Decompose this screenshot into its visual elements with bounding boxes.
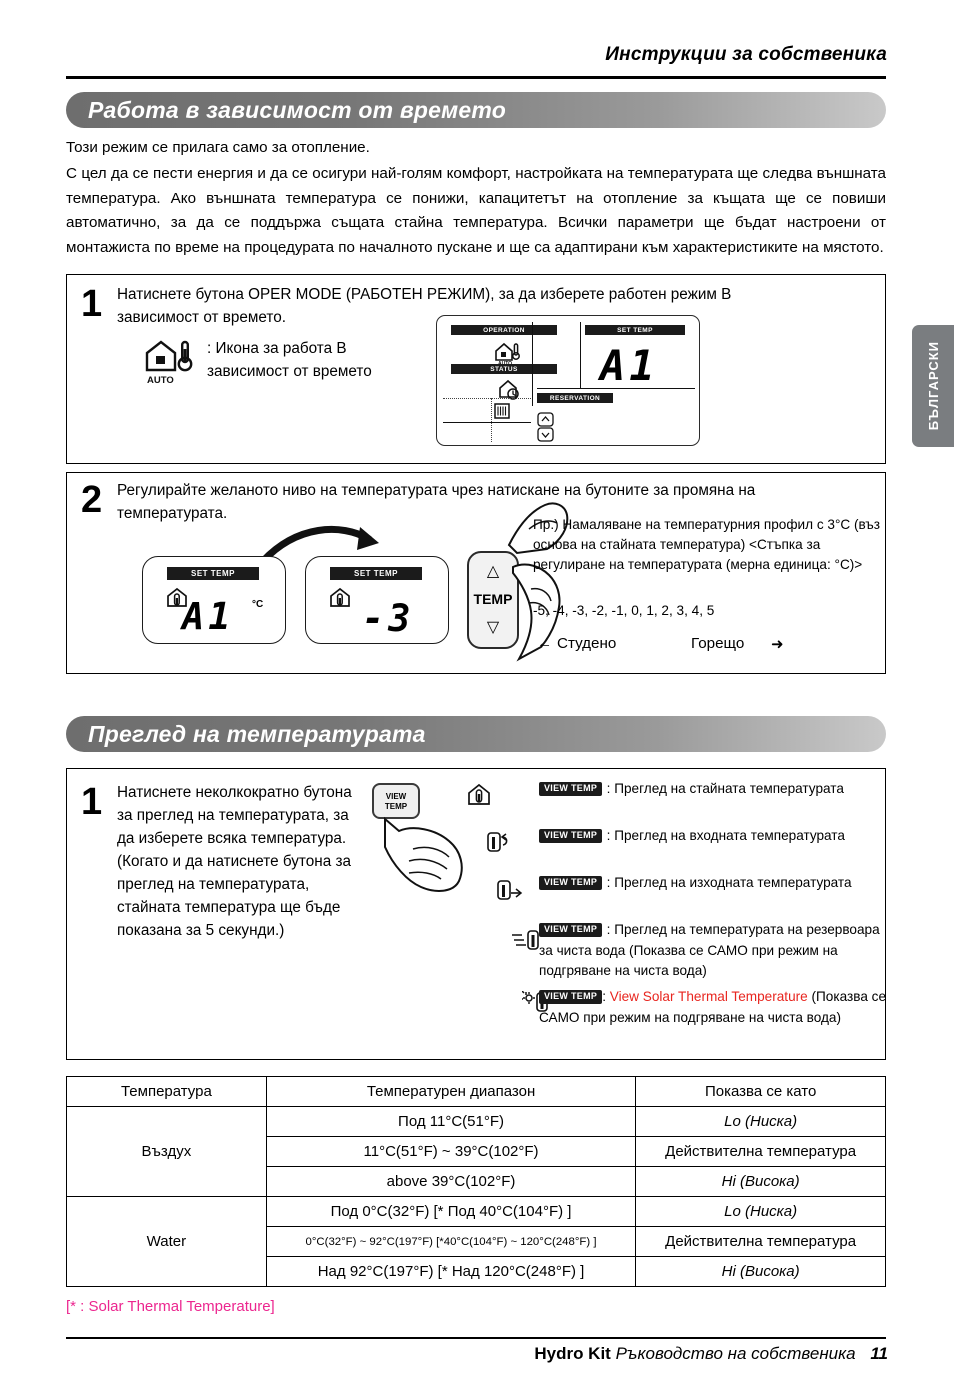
hot-arrow-icon: ➜ [771,636,784,653]
room-temp-icon [467,783,491,812]
lcd-column-divider-2 [580,322,582,388]
view-temp-button-label-1: VIEW [385,792,407,801]
lcd-dotted-vertical [491,398,492,442]
footer-product: Hydro Kit [534,1344,611,1363]
footer-divider [66,1337,886,1340]
view-temp-badge: VIEW TEMP [539,875,603,890]
lcd-before-value: A1 [182,595,235,638]
view-temp-badge: VIEW TEMP [539,781,603,796]
outlet-temp-icon [495,879,523,908]
legend-item-tank: VIEW TEMP : Преглед на температурата на … [539,920,887,982]
lcd-reservation-label: RESERVATION [537,393,613,403]
lcd-operation-label: OPERATION [451,325,557,335]
legend-prefix: : [602,989,610,1004]
lcd-divider-2 [537,388,695,390]
table-group-air: Въздух [66,1106,267,1197]
section2-step1-instruction: Натиснете неколкократно бутона за прегле… [117,784,352,939]
view-temp-badge: VIEW TEMP [539,828,603,843]
lcd-set-temp-value: A1 [600,341,659,390]
section1-title: Работа в зависимост от времето [88,96,506,123]
legend-text: : Преглед на входната температурата [606,828,845,843]
table-cell-display: Lo (Ниска) [635,1106,886,1137]
table-cell-display: Hi (Висока) [635,1166,886,1197]
lcd-status-label: STATUS [451,364,557,374]
weather-auto-icon: AUTO [141,337,199,386]
solar-thermal-footnote: [* : Solar Thermal Temperature] [66,1298,275,1315]
table-group-water: Water [66,1196,267,1287]
table-header-cell: Температурен диапазон [265,1076,637,1107]
lcd-after: SET TEMP -3 [305,556,449,644]
legend-text: : Преглед на изходната температурата [606,875,852,890]
table-cell-range: above 39°C(102°F) [265,1166,637,1197]
lcd-after-home-icon [329,587,351,614]
table-header-cell: Температура [66,1076,267,1107]
footer-page-number: 11 [870,1344,888,1363]
table-cell-display: Hi (Висока) [635,1256,886,1287]
svg-text:AUTO: AUTO [147,375,174,385]
section1-intro-2: С цел да се пести енергия и да се осигур… [66,165,886,256]
table-cell-range: Под 11°C(51°F) [265,1106,637,1137]
step2-box: 2 Регулирайте желаното ниво на температу… [66,472,886,674]
header-divider [66,76,886,79]
lcd-column-divider [532,322,534,406]
language-tab-label: БЪЛГАРСКИ [925,341,941,431]
view-temp-badge: VIEW TEMP [539,922,603,937]
cold-label: Студено [557,635,617,652]
legend-item-outlet: VIEW TEMP : Преглед на изходната темпера… [539,873,879,894]
lcd-after-tag: SET TEMP [330,567,422,580]
table-cell-range: Над 92°C(197°F) [* Над 120°C(248°F) ] [265,1256,637,1287]
lcd-dotted-divider [443,398,531,399]
table-header-row: Температура Температурен диапазон Показв… [66,1076,886,1107]
lcd-updown-icons [537,412,555,447]
section1-banner: Работа в зависимост от времето [66,92,886,128]
table-cell-display: Действителна температура [635,1136,886,1167]
lcd-before-tag: SET TEMP [167,567,259,580]
legend-text: : Преглед на стайната температурата [606,781,844,796]
legend-item-room: VIEW TEMP : Преглед на стайната температ… [539,779,879,800]
hot-label: Горещо [691,635,745,652]
table-cell-display: Действителна температура [635,1226,886,1257]
step1-box: 1 Натиснете бутона OPER MODE (РАБОТЕН РЕ… [66,274,886,464]
section2-step1-box: 1 Натиснете неколкократно бутона за прег… [66,768,886,1060]
page-root: Инструкции за собственика БЪЛГАРСКИ Рабо… [0,0,954,1400]
section2-step1-number: 1 [81,781,103,823]
table-row: Water Под 0°C(32°F) [* Под 40°C(104°F) ]… [66,1196,886,1287]
lcd-display: OPERATION AUTO STATUS SET TEMP A1 RESERV… [436,315,700,446]
table-cell-range: Под 0°C(32°F) [* Под 40°C(104°F) ] [265,1196,637,1227]
temperature-range-table: Температура Температурен диапазон Показв… [66,1076,886,1287]
lcd-after-value: -3 [362,597,415,640]
footer-manual: Ръководство на собственика [615,1344,856,1363]
view-temp-badge: VIEW TEMP [539,989,603,1004]
legend-item-inlet: VIEW TEMP : Преглед на входната температ… [539,826,879,847]
step2-note: Пр.) Намаляване на температурния профил … [533,517,881,572]
language-tab: БЪЛГАРСКИ [912,325,954,447]
step2-note-values: -5, -4, -3, -2, -1, 0, 1, 2, 3, 4, 5 [533,603,715,618]
table-cell-display: Lo (Ниска) [635,1196,886,1227]
legend-text-highlight: View Solar Thermal Temperature [609,989,808,1004]
view-temp-button-label-2: TEMP [384,802,408,811]
step1-icon-caption: : Икона за работа В зависимост от времет… [207,340,372,380]
view-temp-button[interactable]: VIEW TEMP [372,783,420,819]
table-cell-range: 11°C(51°F) ~ 39°C(102°F) [265,1136,637,1167]
section1-intro-1: Този режим се прилага само за отопление. [66,139,370,156]
table-row: Въздух Под 11°C(51°F) Lo (Ниска) [66,1106,886,1197]
cold-arrow-icon: ← [537,635,553,652]
inlet-temp-icon [485,831,511,860]
lcd-before-unit: °C [252,599,264,610]
page-header-title: Инструкции за собственика [605,44,887,65]
legend-item-solar: VIEW TEMP: View Solar Thermal Temperatur… [539,987,887,1028]
table-cell-range: 0°C(32°F) ~ 92°C(197°F) [*40°C(104°F) ~ … [265,1226,637,1257]
section2-banner: Преглед на температурата [66,716,886,752]
section2-title: Преглед на температурата [88,720,426,747]
lcd-before: SET TEMP A1 °C [142,556,286,644]
table-header-cell: Показва се като [635,1076,886,1107]
step2-number: 2 [81,479,103,521]
step1-number: 1 [81,283,103,325]
page-footer: Hydro Kit Ръководство на собственика 11 [534,1344,888,1364]
lcd-set-temp-label: SET TEMP [585,325,685,335]
lcd-divider-1 [443,422,531,424]
hand-pressing-icon [379,815,469,898]
